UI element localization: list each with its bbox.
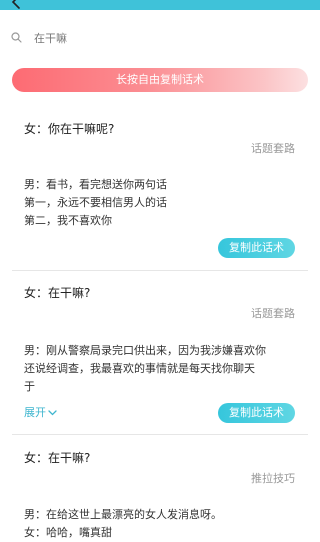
- question-text: 女：你在干嘛呢?: [24, 122, 115, 136]
- answer-line: 还说经调查，我最喜欢的事情就是每天找你聊天: [24, 362, 255, 375]
- script-card: 女：在干嘛? 推拉技巧 男：在给这世上最漂亮的女人发消息呀。 女：哈哈，嘴真甜: [0, 436, 320, 539]
- divider: [12, 270, 308, 271]
- free-copy-banner[interactable]: 长按自由复制话术: [12, 68, 308, 92]
- search-input[interactable]: [34, 28, 304, 48]
- question-text: 女：在干嘛?: [24, 286, 91, 300]
- category-tag: 推拉技巧: [251, 472, 295, 485]
- answer-line: 男：在给这世上最漂亮的女人发消息呀。: [24, 508, 222, 521]
- answer-text: 男：刚从警察局录完口供出来，因为我涉嫌喜欢你 还说经调查，我最喜欢的事情就是每天…: [24, 342, 304, 396]
- answer-text: 男：在给这世上最漂亮的女人发消息呀。 女：哈哈，嘴真甜: [24, 506, 304, 542]
- category-tag: 话题套路: [251, 142, 295, 155]
- script-card: 女：你在干嘛呢? 话题套路 男：看书，看完想送你两句话 第一，永远不要相信男人的…: [0, 108, 320, 268]
- answer-line: 于: [24, 380, 35, 393]
- search-bar: [0, 24, 320, 52]
- script-card: 女：在干嘛? 话题套路 男：刚从警察局录完口供出来，因为我涉嫌喜欢你 还说经调查…: [0, 272, 320, 432]
- back-arrow-icon[interactable]: [10, 0, 22, 9]
- answer-line: 男：看书，看完想送你两句话: [24, 178, 167, 191]
- answer-line: 男：刚从警察局录完口供出来，因为我涉嫌喜欢你: [24, 344, 266, 357]
- chevron-down-icon: [48, 410, 57, 416]
- copy-script-button[interactable]: 复制此话术: [218, 238, 295, 258]
- divider: [12, 434, 308, 435]
- top-bar: [0, 0, 320, 10]
- answer-line: 女：哈哈，嘴真甜: [24, 526, 112, 539]
- answer-line: 第二，我不喜欢你: [24, 214, 112, 227]
- search-icon: [11, 32, 22, 43]
- answer-text: 男：看书，看完想送你两句话 第一，永远不要相信男人的话 第二，我不喜欢你: [24, 176, 304, 230]
- expand-toggle[interactable]: 展开: [24, 404, 57, 420]
- category-tag: 话题套路: [251, 307, 295, 320]
- question-text: 女：在干嘛?: [24, 451, 91, 465]
- answer-line: 第一，永远不要相信男人的话: [24, 196, 167, 209]
- copy-script-button[interactable]: 复制此话术: [218, 403, 295, 423]
- expand-label: 展开: [24, 406, 46, 419]
